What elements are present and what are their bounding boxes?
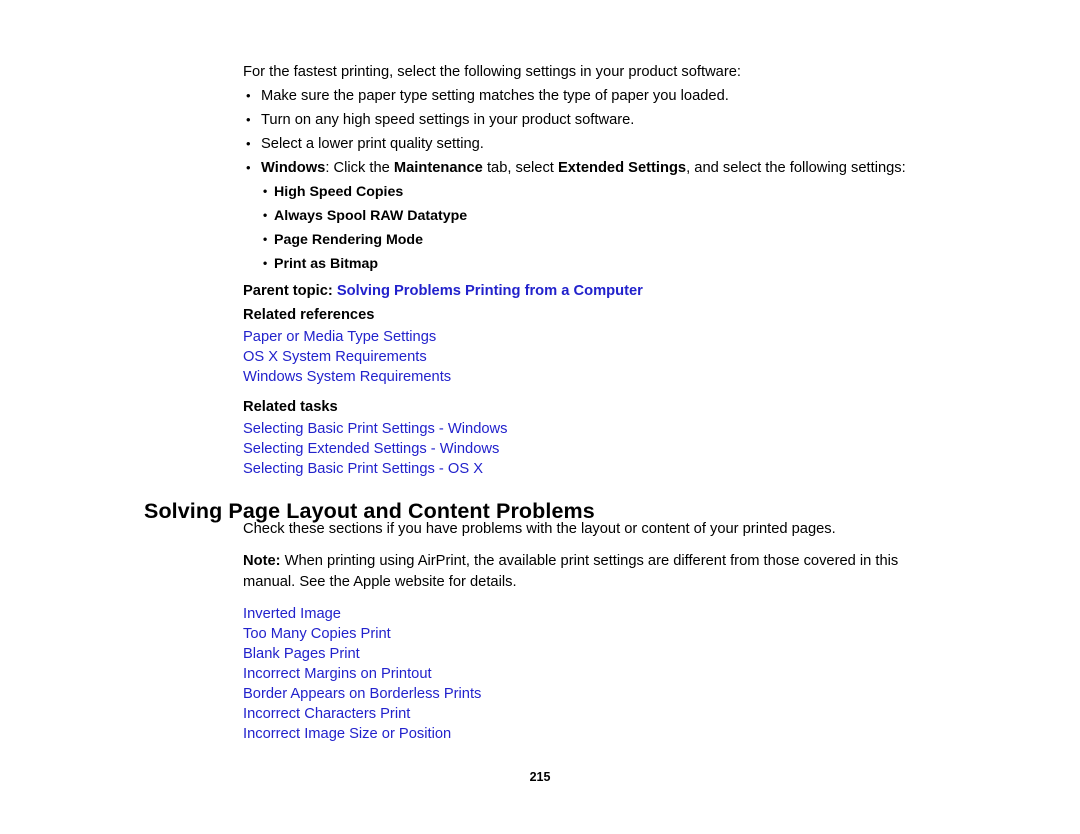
related-reference-link-row: OS X System Requirements — [243, 347, 943, 367]
toc-row: Blank Pages Print — [243, 644, 943, 664]
page-number: 215 — [529, 770, 551, 784]
link-incorrect-image-size-or-position[interactable]: Incorrect Image Size or Position — [243, 726, 451, 742]
list-item: Make sure the paper type setting matches… — [243, 84, 943, 108]
note-label: Note: — [243, 553, 281, 569]
parent-topic-link[interactable]: Solving Problems Printing from a Compute… — [337, 283, 643, 299]
link-selecting-basic-print-settings-osx[interactable]: Selecting Basic Print Settings - OS X — [243, 461, 483, 477]
section-intro-paragraph: Check these sections if you have problem… — [243, 521, 836, 537]
related-task-link-row: Selecting Basic Print Settings - Windows — [243, 419, 943, 439]
related-reference-link-row: Paper or Media Type Settings — [243, 327, 943, 347]
related-reference-link-row: Windows System Requirements — [243, 367, 943, 387]
intro-paragraph: For the fastest printing, select the fol… — [243, 64, 741, 80]
bullet-text-3: Select a lower print quality setting. — [261, 136, 484, 152]
section-toc: Inverted Image Too Many Copies Print Bla… — [243, 604, 943, 744]
toc-row: Incorrect Image Size or Position — [243, 724, 943, 744]
list-item: Turn on any high speed settings in your … — [243, 108, 943, 132]
link-border-appears-on-borderless-prints[interactable]: Border Appears on Borderless Prints — [243, 686, 481, 702]
toc-row: Incorrect Characters Print — [243, 704, 943, 724]
extended-settings-sublist: High Speed Copies Always Spool RAW Datat… — [243, 179, 943, 276]
list-item-windows: Windows: Click the Maintenance tab, sele… — [243, 156, 943, 180]
related-task-link-row: Selecting Basic Print Settings - OS X — [243, 459, 943, 479]
toc-row: Too Many Copies Print — [243, 624, 943, 644]
link-incorrect-characters-print[interactable]: Incorrect Characters Print — [243, 706, 410, 722]
link-incorrect-margins-on-printout[interactable]: Incorrect Margins on Printout — [243, 666, 432, 682]
windows-text-2: tab, select — [482, 160, 558, 176]
document-body: For the fastest printing, select the fol… — [243, 60, 943, 479]
maintenance-tab-label: Maintenance — [393, 160, 483, 176]
note-text: When printing using AirPrint, the availa… — [243, 553, 899, 590]
toc-row: Incorrect Margins on Printout — [243, 664, 943, 684]
link-selecting-basic-print-settings-windows[interactable]: Selecting Basic Print Settings - Windows — [243, 421, 507, 437]
list-item: Always Spool RAW Datatype — [243, 203, 943, 228]
related-task-link-row: Selecting Extended Settings - Windows — [243, 439, 943, 459]
link-windows-system-requirements[interactable]: Windows System Requirements — [243, 369, 451, 385]
link-selecting-extended-settings-windows[interactable]: Selecting Extended Settings - Windows — [243, 441, 499, 457]
note-block: Note: When printing using AirPrint, the … — [243, 551, 923, 593]
windows-text-1: : Click the — [325, 160, 394, 176]
windows-text-3: , and select the following settings: — [686, 160, 906, 176]
list-item: Print as Bitmap — [243, 251, 943, 276]
document-page: For the fastest printing, select the fol… — [0, 0, 1080, 834]
parent-topic-label: Parent topic: — [243, 283, 333, 299]
link-inverted-image[interactable]: Inverted Image — [243, 606, 341, 622]
extended-settings-label: Extended Settings — [557, 160, 687, 176]
related-references-heading: Related references — [243, 307, 375, 323]
toc-row: Border Appears on Borderless Prints — [243, 684, 943, 704]
link-osx-system-requirements[interactable]: OS X System Requirements — [243, 349, 427, 365]
list-item: High Speed Copies — [243, 179, 943, 204]
link-paper-media-type-settings[interactable]: Paper or Media Type Settings — [243, 329, 436, 345]
bullet-text-2: Turn on any high speed settings in your … — [261, 112, 635, 128]
settings-bullet-list: Make sure the paper type setting matches… — [243, 84, 943, 180]
parent-topic-row: Parent topic: Solving Problems Printing … — [243, 279, 943, 303]
link-blank-pages-print[interactable]: Blank Pages Print — [243, 646, 360, 662]
toc-row: Inverted Image — [243, 604, 943, 624]
link-too-many-copies-print[interactable]: Too Many Copies Print — [243, 626, 391, 642]
list-item: Select a lower print quality setting. — [243, 132, 943, 156]
related-tasks-heading: Related tasks — [243, 399, 338, 415]
windows-label: Windows — [261, 160, 326, 176]
bullet-text-1: Make sure the paper type setting matches… — [261, 88, 729, 104]
list-item: Page Rendering Mode — [243, 227, 943, 252]
